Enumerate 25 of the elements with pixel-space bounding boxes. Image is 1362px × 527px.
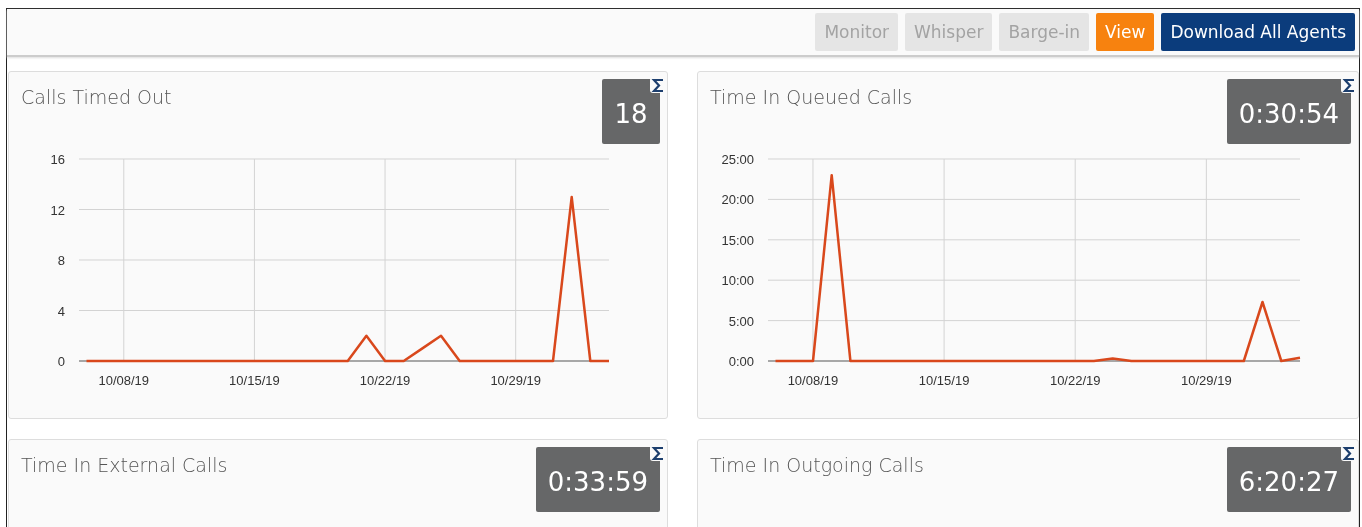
card-title: Time In Outgoing Calls <box>710 454 924 476</box>
y-axis-label: 10:00 <box>721 273 754 289</box>
x-axis-label: 10/15/19 <box>229 373 280 388</box>
action-button[interactable]: View <box>1096 13 1155 51</box>
x-axis-label: 10/29/19 <box>1181 373 1232 388</box>
card-title: Calls Timed Out <box>21 86 172 108</box>
y-axis-label: 16 <box>50 152 65 167</box>
x-axis-label: 10/22/19 <box>359 373 411 388</box>
y-axis-label: 15:00 <box>721 232 754 248</box>
x-axis-label: 10/15/19 <box>918 373 970 388</box>
y-axis-label: 25:00 <box>721 152 754 167</box>
y-axis-label: 12 <box>50 202 65 218</box>
action-button[interactable]: Download All Agents <box>1161 13 1355 51</box>
x-axis-label: 10/08/19 <box>787 373 839 388</box>
y-axis-label: 20:00 <box>721 192 754 208</box>
card-title: Time In External Calls <box>21 454 228 476</box>
y-axis-label: 0 <box>57 354 65 369</box>
y-axis-label: 8 <box>57 253 65 268</box>
y-axis-label: 5:00 <box>728 313 754 329</box>
y-axis-label: 0:00 <box>728 354 754 369</box>
x-axis-label: 10/22/19 <box>1049 373 1101 388</box>
x-axis-label: 10/29/19 <box>490 373 541 388</box>
x-axis-label: 10/08/19 <box>98 373 150 388</box>
y-axis-label: 4 <box>57 303 65 319</box>
card-title: Time In Queued Calls <box>710 86 913 108</box>
